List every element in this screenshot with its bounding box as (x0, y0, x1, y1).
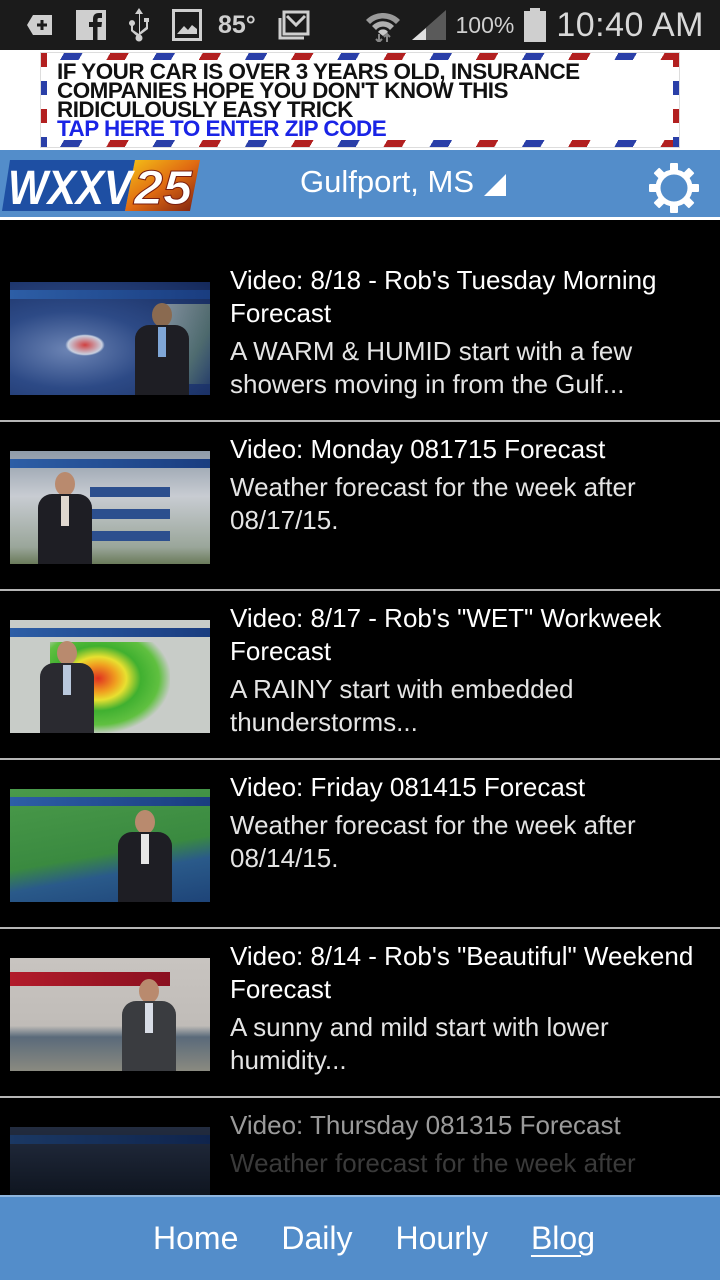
video-title: Video: 8/14 - Rob's "Beautiful" Weekend … (230, 941, 694, 1004)
battery-percent: 100% (455, 11, 515, 38)
nav-home[interactable]: Home (153, 1220, 238, 1257)
location-label: Gulfport, MS (300, 164, 474, 199)
video-description: Weather forecast for the week after (230, 1148, 636, 1178)
add-icon (26, 13, 54, 37)
video-thumbnail (10, 958, 210, 1071)
ad-cta[interactable]: TAP HERE TO ENTER ZIP CODE (57, 118, 580, 140)
gallery-icon (172, 9, 202, 41)
nav-blog[interactable]: Blog (531, 1220, 595, 1257)
video-title: Video: 8/18 - Rob's Tuesday Morning Fore… (230, 265, 657, 328)
list-item[interactable]: Video: Thursday 081315 Forecast Weather … (0, 1098, 720, 1195)
presenter (135, 303, 189, 395)
station-logo[interactable]: WXXV 25 (2, 158, 200, 216)
thumbnail-banner (10, 628, 210, 637)
list-item[interactable]: Video: Monday 081715 Forecast Weather fo… (0, 422, 720, 591)
presenter (40, 641, 94, 733)
presenter (122, 979, 176, 1071)
ad-banner[interactable]: IF YOUR CAR IS OVER 3 YEARS OLD, INSURAN… (40, 52, 680, 148)
logo-letters: WXXV (8, 162, 135, 213)
airmail-stripes-right (673, 53, 679, 147)
video-description: A sunny and mild start with lower humidi… (230, 1012, 609, 1075)
video-thumbnail (10, 1127, 210, 1195)
mail-icon (278, 10, 310, 40)
gear-icon[interactable] (648, 162, 700, 214)
airmail-stripes-left (41, 53, 47, 147)
battery-icon (524, 8, 547, 42)
location-selector[interactable]: Gulfport, MS (300, 164, 506, 200)
thumbnail-banner (10, 797, 210, 806)
signal-icon (411, 10, 446, 40)
thumbnail-banner (10, 290, 210, 299)
app-header: WXXV 25 Gulfport, MS (0, 150, 720, 220)
video-description: A RAINY start with embedded thunderstorm… (230, 674, 574, 737)
status-bar: 85° 100% 10:40 AM (0, 0, 720, 50)
video-text: Video: 8/14 - Rob's "Beautiful" Weekend … (230, 940, 708, 1077)
thumbnail-banner (10, 1135, 210, 1144)
video-thumbnail (10, 282, 210, 395)
video-description: Weather forecast for the week after 08/1… (230, 472, 636, 535)
ad-banner-container: IF YOUR CAR IS OVER 3 YEARS OLD, INSURAN… (0, 50, 720, 150)
list-item[interactable]: Video: Friday 081415 Forecast Weather fo… (0, 760, 720, 929)
presenter (38, 472, 92, 564)
dropdown-caret-icon (484, 174, 506, 196)
list-item[interactable]: Video: 8/14 - Rob's "Beautiful" Weekend … (0, 929, 720, 1098)
video-text: Video: Thursday 081315 Forecast Weather … (230, 1109, 708, 1180)
video-title: Video: Thursday 081315 Forecast (230, 1110, 621, 1140)
airmail-stripes-bottom (41, 140, 679, 147)
wifi-icon (364, 8, 402, 42)
facebook-icon (76, 10, 106, 40)
video-title: Video: 8/17 - Rob's "WET" Workweek Forec… (230, 603, 662, 666)
video-description: Weather forecast for the week after 08/1… (230, 810, 636, 873)
ad-text: IF YOUR CAR IS OVER 3 YEARS OLD, INSURAN… (57, 61, 580, 140)
video-title: Video: Friday 081415 Forecast (230, 772, 586, 802)
usb-icon (128, 8, 150, 42)
temperature: 85° (218, 10, 256, 39)
nav-hourly[interactable]: Hourly (395, 1220, 487, 1257)
video-list[interactable]: Video: 8/18 - Rob's Tuesday Morning Fore… (0, 223, 720, 1195)
video-text: Video: Friday 081415 Forecast Weather fo… (230, 771, 708, 875)
video-thumbnail (10, 789, 210, 902)
nav-daily[interactable]: Daily (281, 1220, 352, 1257)
video-thumbnail (10, 451, 210, 564)
thumbnail-banner (10, 459, 210, 468)
video-description: A WARM & HUMID start with a few showers … (230, 336, 633, 399)
video-thumbnail (10, 620, 210, 733)
video-text: Video: Monday 081715 Forecast Weather fo… (230, 433, 708, 537)
logo-number: 25 (133, 162, 194, 213)
video-text: Video: 8/17 - Rob's "WET" Workweek Forec… (230, 602, 708, 739)
clock: 10:40 AM (556, 5, 704, 44)
presenter (118, 810, 172, 902)
video-text: Video: 8/18 - Rob's Tuesday Morning Fore… (230, 264, 708, 401)
list-item[interactable]: Video: 8/17 - Rob's "WET" Workweek Forec… (0, 591, 720, 760)
video-title: Video: Monday 081715 Forecast (230, 434, 606, 464)
bottom-nav: Home Daily Hourly Blog (0, 1195, 720, 1280)
list-item[interactable]: Video: 8/18 - Rob's Tuesday Morning Fore… (0, 223, 720, 422)
